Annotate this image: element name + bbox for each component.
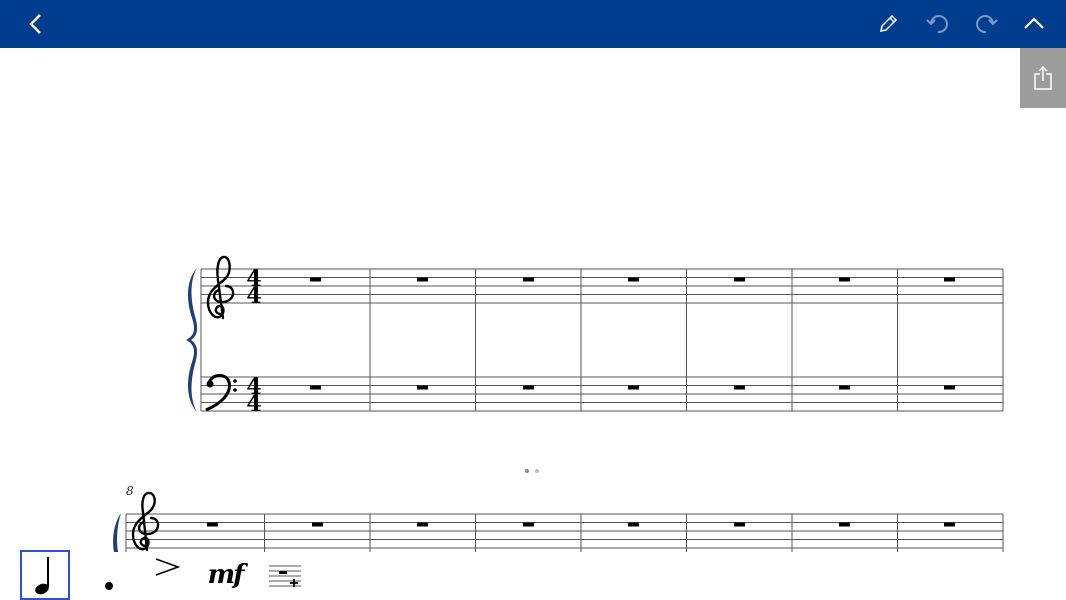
treble-staff-2 [126, 513, 1003, 549]
bass-staff-1 [201, 376, 1003, 412]
whole-rest [839, 277, 850, 282]
whole-rests-treble-1 [310, 277, 955, 282]
whole-rest [312, 522, 323, 527]
quarter-note-button[interactable] [20, 550, 70, 600]
whole-rest [417, 385, 428, 390]
mf-dynamic-label: mf [207, 560, 245, 590]
grand-staff-brace [186, 268, 198, 412]
whole-rest [310, 277, 321, 282]
note-palette: mf [0, 548, 1066, 600]
mf-dynamic-button[interactable]: mf [200, 550, 250, 600]
whole-rest [628, 385, 639, 390]
whole-rest [523, 522, 534, 527]
whole-rests-bass-1 [310, 385, 955, 390]
page-dot-current [525, 469, 529, 473]
grand-staff-brace-2 [113, 513, 121, 552]
time-sig-treble-bottom: 4 [246, 283, 261, 309]
whole-rest [944, 385, 955, 390]
quarter-note-icon [35, 557, 49, 595]
treble-staff-1 [201, 268, 1003, 304]
whole-rest [734, 385, 745, 390]
treble-clef [206, 255, 235, 320]
whole-rest [628, 522, 639, 527]
whole-rest [523, 385, 534, 390]
page-indicator [525, 469, 539, 473]
whole-rest [417, 277, 428, 282]
whole-rest [734, 277, 745, 282]
whole-rest [944, 522, 955, 527]
whole-rest [310, 385, 321, 390]
accent-button[interactable] [142, 550, 192, 600]
whole-rest [839, 522, 850, 527]
whole-rest [944, 277, 955, 282]
whole-rest [734, 522, 745, 527]
score-canvas[interactable]: 4 4 4 4 [0, 0, 1066, 600]
whole-rest [839, 385, 850, 390]
dot-button[interactable] [84, 550, 134, 600]
time-sig-bass-bottom: 4 [246, 391, 261, 417]
barlines-system-2 [125, 514, 1004, 552]
add-measure-icon [269, 565, 301, 587]
measure-number: 8 [126, 484, 134, 498]
dot-icon [105, 582, 113, 590]
whole-rest [417, 522, 428, 527]
accent-icon [155, 558, 181, 576]
whole-rest [523, 277, 534, 282]
add-measure-button[interactable] [260, 550, 310, 600]
whole-rest [207, 522, 218, 527]
bass-clef-1 [205, 374, 237, 412]
barlines-system-1 [200, 269, 1004, 411]
page-dot [535, 469, 539, 473]
treble-clef-2 [131, 491, 160, 552]
whole-rest [628, 277, 639, 282]
